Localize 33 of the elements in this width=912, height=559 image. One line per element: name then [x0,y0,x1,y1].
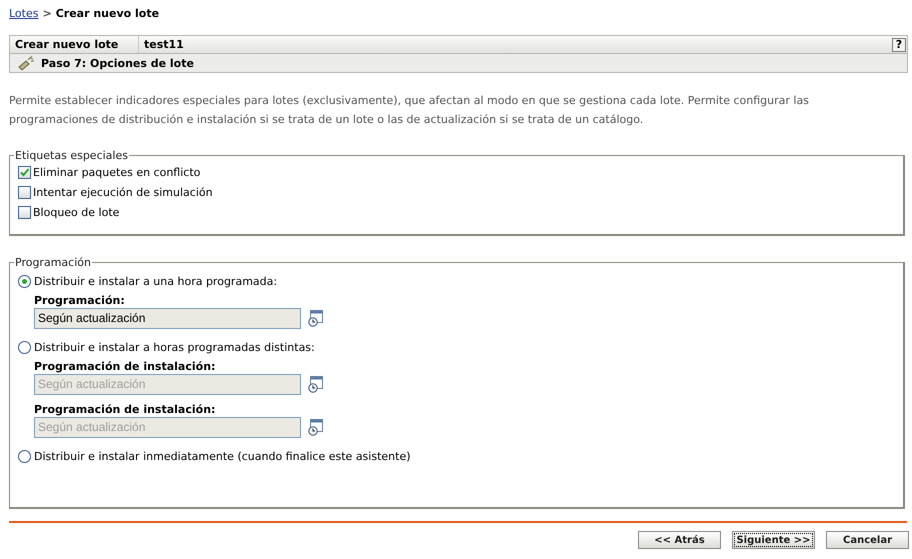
calendar-clock-icon[interactable] [307,419,323,436]
wizard-button[interactable]: Cancelar [826,531,909,549]
radio-button[interactable] [18,274,31,288]
field-label: Programación: [34,294,126,307]
wand-icon [17,55,35,71]
group-legend: Etiquetas especiales [14,149,129,162]
calendar-clock-icon[interactable] [307,376,323,393]
radio-label: Distribuir e instalar inmediatamente (cuando finalice este asistente) [34,450,411,462]
step-title: Paso 7: Opciones de lote [41,56,194,70]
checkbox[interactable] [18,206,31,218]
header-name: test11 [143,38,185,51]
group-legend: Programación [14,256,92,269]
description-text: Permite establecer indicadores especiales para lotes (exclusivamente), que afectan al modo en que se gestiona cada lote. Permite configurar las programaciones de distribución e instalación si se trata de un lote o las de actualización si se trata de un catálogo. [9,93,810,128]
calendar-clock-icon[interactable] [307,310,323,327]
radio-button[interactable] [18,450,31,462]
schedule-field[interactable]: Según actualización [34,308,301,329]
checkbox-label: Intentar ejecución de simulación [33,186,213,198]
header-title: Crear nuevo lote [10,36,139,53]
radio-label: Distribuir e instalar a una hora programada: [34,274,278,288]
breadcrumb-current: Crear nuevo lote [56,6,160,20]
breadcrumb-separator: > [42,6,52,20]
checkbox[interactable] [18,166,31,178]
checkbox-label: Bloqueo de lote [33,206,120,218]
radio-button[interactable] [18,340,31,354]
wizard-button[interactable]: Siguiente >> [732,531,815,549]
field-label: Programación de instalación: [34,360,216,373]
breadcrumb-link[interactable]: Lotes [9,6,38,20]
wizard-button[interactable]: << Atrás [638,531,721,549]
field-label: Programación de instalación: [34,403,216,416]
help-button[interactable]: ? [892,38,906,52]
radio-label: Distribuir e instalar a horas programadas distintas: [34,340,315,354]
checkbox-label: Eliminar paquetes en conflicto [33,166,200,178]
checkbox[interactable] [18,186,31,198]
